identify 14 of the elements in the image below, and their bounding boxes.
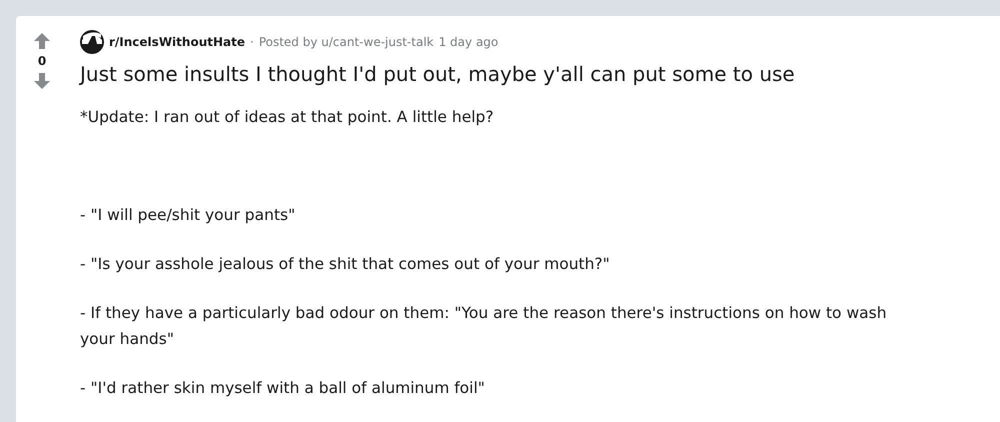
post-paragraph: - "I will pee/shit your pants" [80, 205, 296, 226]
post-paragraph: - If they have a particularly bad odour on them: "You are the reason there's instructions on how to wash your hands" [80, 303, 888, 350]
subreddit-link[interactable]: r/IncelsWithoutHate [109, 35, 245, 49]
posted-by-text: Posted by u/cant-we-just-talk [258, 35, 434, 49]
post-time: 1 day ago [438, 35, 498, 49]
post-paragraph: - "I'd rather skin myself with a ball of aluminum foil" [80, 378, 486, 399]
separator-dot: · [250, 35, 254, 49]
post-paragraph: - "Is your asshole jealous of the shit that comes out of your mouth?" [80, 254, 611, 275]
vote-count: 0 [38, 54, 46, 68]
upvote-icon[interactable] [33, 32, 51, 50]
downvote-icon[interactable] [33, 72, 51, 90]
post-title[interactable]: Just some insults I thought I'd put out, maybe y'all can put some to use [80, 60, 1000, 88]
subreddit-avatar-icon[interactable] [80, 30, 104, 54]
post-paragraph: *Update: I ran out of ideas at that point. A little help? [80, 107, 495, 128]
